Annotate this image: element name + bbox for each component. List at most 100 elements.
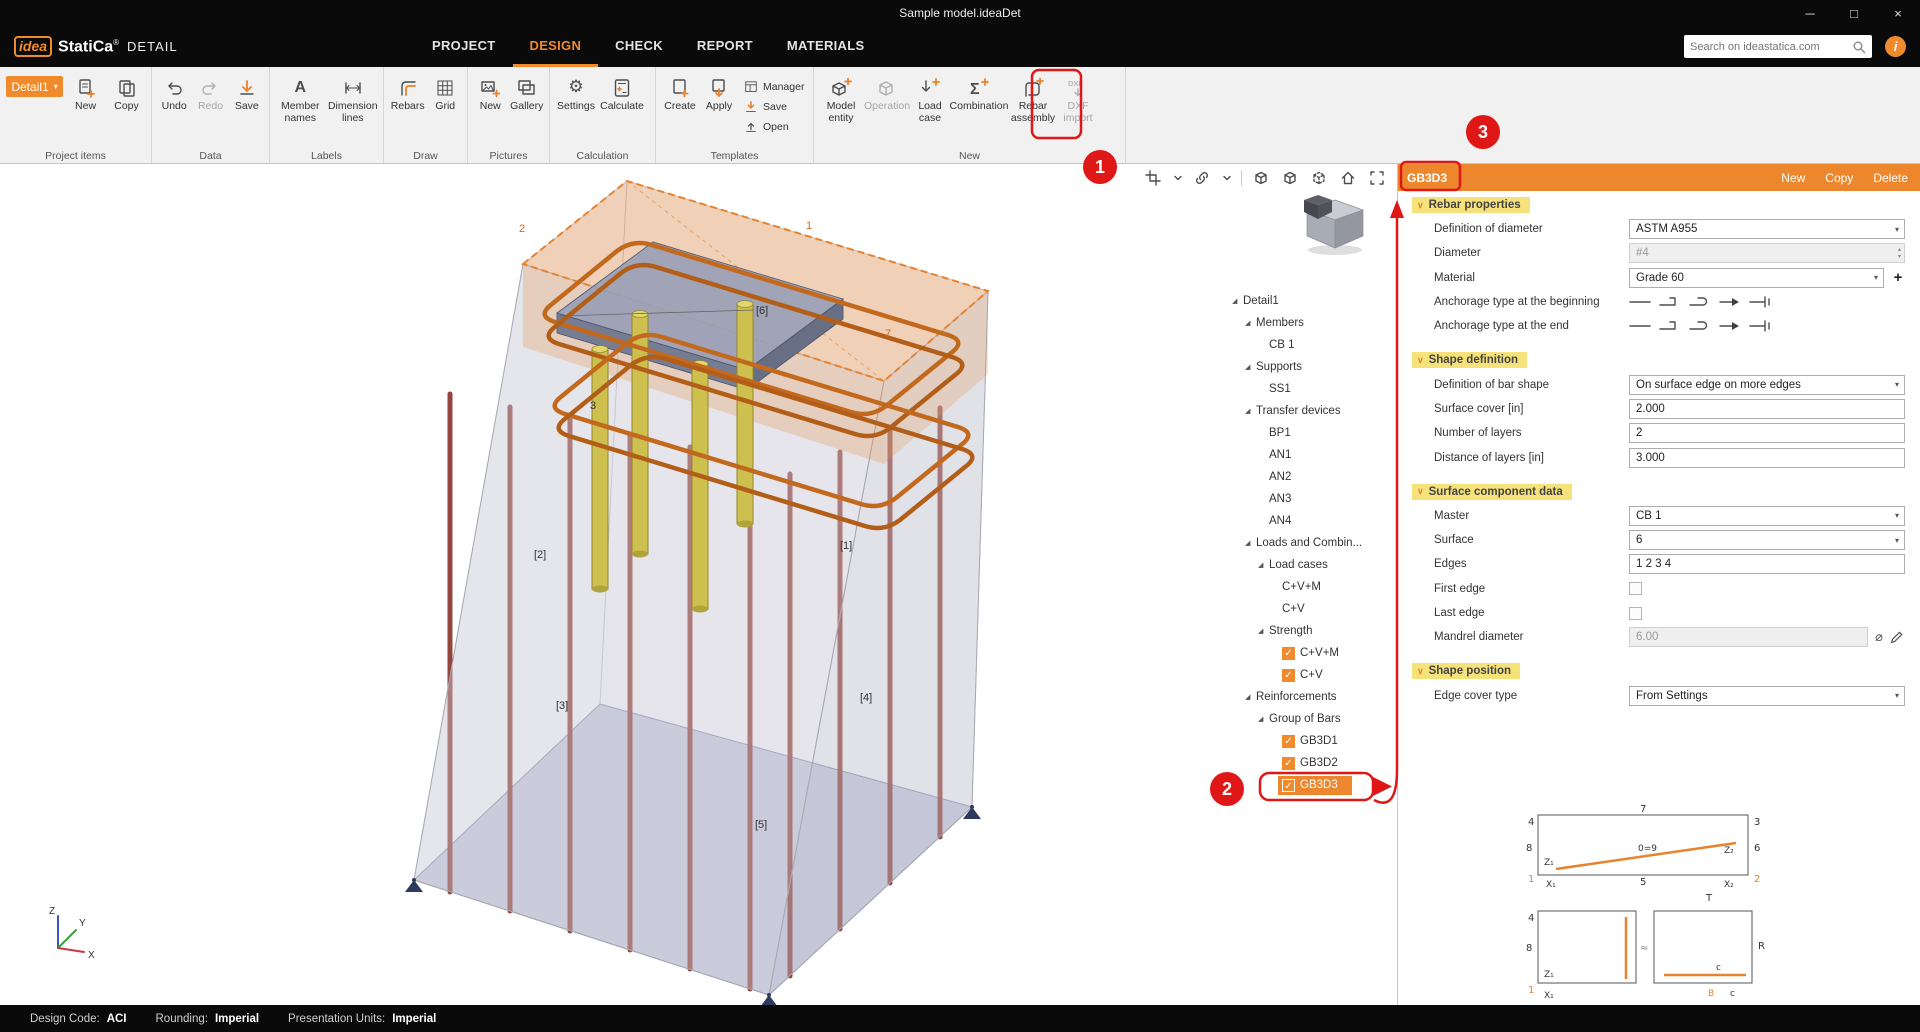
section-shape-position[interactable]: ∨Shape position <box>1412 663 1920 679</box>
checkbox-checked[interactable]: ✓ <box>1282 647 1295 660</box>
template-save-button[interactable]: Save <box>744 100 804 114</box>
anchorage-hook180-icon[interactable] <box>1689 296 1711 308</box>
anchorage-hook90-icon[interactable] <box>1659 296 1681 308</box>
solid-view-icon[interactable] <box>1251 168 1271 188</box>
load-case-button[interactable]: Load case <box>910 70 950 125</box>
edit-pencil-icon[interactable] <box>1889 629 1905 645</box>
section-surface-component-data[interactable]: ∨Surface component data <box>1412 484 1920 500</box>
checkbox-checked[interactable]: ✓ <box>1282 757 1295 770</box>
rebar-assembly-button[interactable]: Rebar assembly <box>1008 70 1058 125</box>
chevron-down-icon[interactable] <box>1172 168 1183 188</box>
minimize-button[interactable]: ─ <box>1788 0 1832 26</box>
expander-icon[interactable]: ◢ <box>1245 407 1256 415</box>
member-names-button[interactable]: A Member names <box>274 70 327 125</box>
expander-icon[interactable]: ◢ <box>1232 297 1243 305</box>
navigation-cube[interactable] <box>1296 192 1374 263</box>
surface-cover-input[interactable]: 2.000 <box>1629 399 1905 419</box>
combination-button[interactable]: Σ Combination <box>950 70 1008 113</box>
calculate-button[interactable]: Calculate <box>598 70 646 113</box>
anchorage-hook90-icon[interactable] <box>1659 320 1681 332</box>
tree-item-reinforcements[interactable]: ◢Reinforcements <box>1232 686 1394 708</box>
expander-icon[interactable]: ◢ <box>1245 539 1256 547</box>
tree-item-ss1[interactable]: SS1 <box>1232 378 1394 400</box>
viewport-3d[interactable]: 2 1 7 3 [6] [2] [1] [3] [4] [5] Z Y X <box>0 164 1397 1005</box>
edges-input[interactable]: 1 2 3 4 <box>1629 554 1905 574</box>
tab-project[interactable]: PROJECT <box>415 26 513 67</box>
grid-button[interactable]: Grid <box>427 70 463 113</box>
first-edge-checkbox[interactable] <box>1629 582 1642 595</box>
tab-check[interactable]: CHECK <box>598 26 680 67</box>
bar-shape-select[interactable]: On surface edge on more edges▾ <box>1629 375 1905 395</box>
fit-view-icon[interactable] <box>1367 168 1387 188</box>
create-template-button[interactable]: Create <box>660 70 700 113</box>
rebars-button[interactable]: Rebars <box>388 70 427 113</box>
wireframe-view-icon[interactable] <box>1309 168 1329 188</box>
tree-item-strength[interactable]: ◢Strength <box>1232 620 1394 642</box>
dimension-lines-button[interactable]: Dimension lines <box>327 70 380 125</box>
dxf-import-button[interactable]: DXF DXF import <box>1058 70 1098 125</box>
tree-item-supports[interactable]: ◢Supports <box>1232 356 1394 378</box>
surface-select[interactable]: 6▾ <box>1629 530 1905 550</box>
tree-item-strength-cv[interactable]: ✓C+V <box>1232 664 1394 686</box>
model-entity-button[interactable]: Model entity <box>818 70 864 125</box>
distance-of-layers-input[interactable]: 3.000 <box>1629 448 1905 468</box>
tree-item-cb1[interactable]: CB 1 <box>1232 334 1394 356</box>
info-icon[interactable]: i <box>1885 36 1906 57</box>
tree-item-transfer-devices[interactable]: ◢Transfer devices <box>1232 400 1394 422</box>
tree-item-load-cases[interactable]: ◢Load cases <box>1232 554 1394 576</box>
checkbox-checked[interactable]: ✓ <box>1282 735 1295 748</box>
tab-design[interactable]: DESIGN <box>513 26 599 67</box>
new-project-item-button[interactable]: New <box>65 70 106 113</box>
new-picture-button[interactable]: New <box>472 70 509 113</box>
save-button[interactable]: Save <box>229 70 265 113</box>
expander-icon[interactable]: ◢ <box>1245 363 1256 371</box>
number-of-layers-input[interactable]: 2 <box>1629 423 1905 443</box>
tab-report[interactable]: REPORT <box>680 26 770 67</box>
delete-rebar-button[interactable]: Delete <box>1873 171 1908 185</box>
expander-icon[interactable]: ◢ <box>1258 627 1269 635</box>
expander-icon[interactable]: ◢ <box>1258 715 1269 723</box>
tree-item-gb3d2[interactable]: ✓GB3D2 <box>1232 752 1394 774</box>
tree-item-an3[interactable]: AN3 <box>1232 488 1394 510</box>
chevron-down-icon[interactable] <box>1221 168 1232 188</box>
tree-item-members[interactable]: ◢Members <box>1232 312 1394 334</box>
material-select[interactable]: Grade 60▾ <box>1629 268 1884 288</box>
template-manager-button[interactable]: Manager <box>744 80 804 94</box>
anchorage-bend-icon[interactable] <box>1719 296 1741 308</box>
anchorage-hook180-icon[interactable] <box>1689 320 1711 332</box>
undo-button[interactable]: Undo <box>156 70 192 113</box>
tree-item-loads[interactable]: ◢Loads and Combin... <box>1232 532 1394 554</box>
tree-item-gb3d3-selected[interactable]: ✓GB3D3 <box>1232 774 1394 796</box>
anchorage-straight-icon[interactable] <box>1629 296 1651 308</box>
template-open-button[interactable]: Open <box>744 120 804 134</box>
tree-item-strength-cvm[interactable]: ✓C+V+M <box>1232 642 1394 664</box>
copy-project-item-button[interactable]: Copy <box>106 70 147 113</box>
expander-icon[interactable]: ◢ <box>1245 319 1256 327</box>
tree-item-an4[interactable]: AN4 <box>1232 510 1394 532</box>
expander-icon[interactable]: ◢ <box>1258 561 1269 569</box>
transparent-view-icon[interactable] <box>1280 168 1300 188</box>
last-edge-checkbox[interactable] <box>1629 607 1642 620</box>
tree-item-cvm[interactable]: C+V+M <box>1232 576 1394 598</box>
home-view-icon[interactable] <box>1338 168 1358 188</box>
definition-of-diameter-select[interactable]: ASTM A955▾ <box>1629 219 1905 239</box>
link-icon[interactable] <box>1192 168 1212 188</box>
tree-item-detail1[interactable]: ◢Detail1 <box>1232 290 1394 312</box>
detail-selector-button[interactable]: Detail1 ▾ <box>6 76 63 97</box>
settings-button[interactable]: ⚙ Settings <box>554 70 598 113</box>
anchorage-bend-icon[interactable] <box>1719 320 1741 332</box>
maximize-button[interactable]: □ <box>1832 0 1876 26</box>
tab-materials[interactable]: MATERIALS <box>770 26 882 67</box>
expander-icon[interactable]: ◢ <box>1245 693 1256 701</box>
tree-item-group-of-bars[interactable]: ◢Group of Bars <box>1232 708 1394 730</box>
add-material-button[interactable]: + <box>1891 269 1905 286</box>
clip-icon[interactable] <box>1143 168 1163 188</box>
scene-3d-model[interactable]: 2 1 7 3 [6] [2] [1] [3] [4] [5] Z Y X <box>0 164 1397 1005</box>
new-rebar-button[interactable]: New <box>1781 171 1805 185</box>
copy-rebar-button[interactable]: Copy <box>1825 171 1853 185</box>
anchorage-head-icon[interactable] <box>1749 296 1771 308</box>
tree-item-cv[interactable]: C+V <box>1232 598 1394 620</box>
search-icon[interactable] <box>1852 40 1866 54</box>
apply-template-button[interactable]: Apply <box>700 70 738 113</box>
checkbox-checked[interactable]: ✓ <box>1282 669 1295 682</box>
